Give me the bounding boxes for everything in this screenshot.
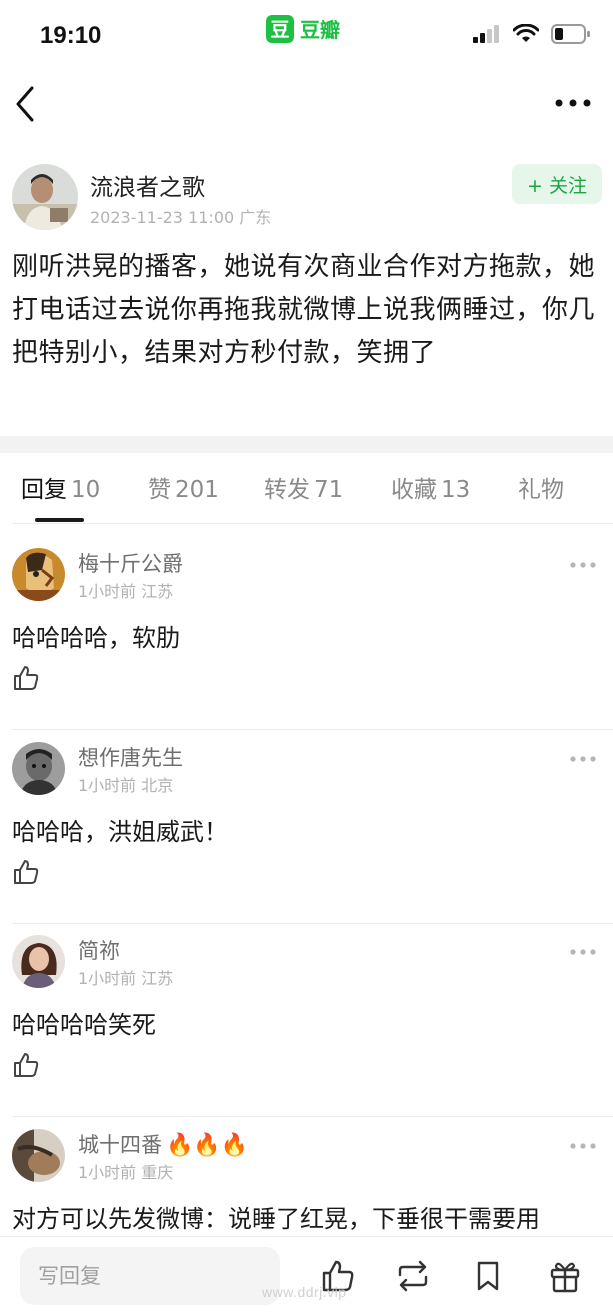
status-time: 19:10 <box>40 22 102 49</box>
comment-more-button[interactable] <box>569 752 597 766</box>
reaction-tabs: 回复 10 赞 201 转发 71 收藏 13 礼物 <box>0 470 613 524</box>
tab-count: 201 <box>175 477 219 503</box>
more-horizontal-icon <box>570 1143 596 1149</box>
tab-label: 收藏 <box>391 477 437 503</box>
avatar-portrait-icon <box>12 935 65 988</box>
chevron-left-icon <box>16 86 34 122</box>
commenter-name-text: 城十四番 <box>78 1133 162 1157</box>
comment-like-button[interactable] <box>12 664 40 692</box>
comment-item: 简祢 1小时前 江苏 哈哈哈哈笑死 <box>0 927 613 1117</box>
tab-label: 转发 <box>264 477 310 503</box>
author-avatar[interactable] <box>12 164 78 230</box>
comment-more-button[interactable] <box>569 558 597 572</box>
tab-label: 赞 <box>148 477 171 503</box>
comment-item: 城十四番 🔥🔥🔥 1小时前 重庆 对方可以先发微博：说睡了红晃，下垂很干需要用 <box>0 1121 613 1236</box>
status-bar: 19:10 豆 豆瓣 <box>0 0 613 64</box>
comment-like-button[interactable] <box>12 858 40 886</box>
tab-replies[interactable]: 回复 10 <box>21 470 100 504</box>
comment-divider <box>12 923 613 924</box>
comment-text: 哈哈哈，洪姐威武！ <box>12 818 228 846</box>
tab-count: 10 <box>71 477 101 503</box>
wifi-icon <box>513 24 539 42</box>
commenter-name[interactable]: 梅十斤公爵 <box>78 548 183 578</box>
more-horizontal-icon <box>555 99 591 107</box>
avatar-photo-icon <box>12 164 78 230</box>
reply-input[interactable] <box>20 1247 280 1305</box>
section-divider <box>0 436 613 453</box>
tab-label: 回复 <box>21 477 67 503</box>
comment-text: 对方可以先发微博：说睡了红晃，下垂很干需要用 <box>12 1205 540 1233</box>
commenter-name[interactable]: 想作唐先生 <box>78 742 183 772</box>
douban-logo-icon: 豆 <box>266 14 294 43</box>
tab-count: 71 <box>314 477 344 503</box>
thumbs-up-icon <box>14 1053 39 1077</box>
fire-emoji-badge: 🔥🔥🔥 <box>166 1133 249 1158</box>
comment-more-button[interactable] <box>569 1139 597 1153</box>
comment-text: 哈哈哈哈笑死 <box>12 1011 156 1039</box>
status-icons <box>473 24 591 44</box>
tab-label: 礼物 <box>518 477 564 503</box>
post-meta: 2023-11-23 11:00 广东 <box>90 208 272 227</box>
thumbs-up-icon <box>14 860 39 884</box>
gift-icon <box>550 1262 580 1293</box>
commenter-avatar[interactable] <box>12 935 65 988</box>
battery-icon <box>551 24 590 44</box>
post-body: 刚听洪晃的播客，她说有次商业合作对方拖款，她打电话过去说你再拖我就微博上说我俩睡… <box>12 252 596 368</box>
more-options-button[interactable] <box>553 88 593 118</box>
more-horizontal-icon <box>570 949 596 955</box>
comment-meta: 1小时前 江苏 <box>78 582 174 601</box>
tab-likes[interactable]: 赞 201 <box>148 470 219 504</box>
commenter-avatar[interactable] <box>12 742 65 795</box>
gift-button[interactable] <box>546 1257 584 1295</box>
tab-reshares[interactable]: 转发 71 <box>264 470 343 504</box>
comment-meta: 1小时前 北京 <box>78 776 174 795</box>
post-header: 流浪者之歌 2023-11-23 11:00 广东 + 关注 <box>12 162 602 232</box>
comment-item: 梅十斤公爵 1小时前 江苏 哈哈哈哈，软肋 <box>0 540 613 730</box>
repost-icon <box>398 1260 428 1292</box>
commenter-name[interactable]: 城十四番 🔥🔥🔥 <box>78 1129 248 1159</box>
comment-meta: 1小时前 重庆 <box>78 1163 174 1182</box>
avatar-painting-icon <box>12 548 65 601</box>
commenter-avatar[interactable] <box>12 1129 65 1182</box>
bottom-action-bar <box>0 1236 613 1315</box>
active-tab-indicator <box>35 518 84 522</box>
tabs-divider <box>12 523 613 524</box>
avatar-guitar-photo-icon <box>12 1129 65 1182</box>
commenter-name[interactable]: 简祢 <box>78 935 120 965</box>
avatar-child-photo-icon <box>12 742 65 795</box>
nav-bar <box>0 70 613 140</box>
follow-button[interactable]: + 关注 <box>512 164 602 204</box>
app-name: 豆瓣 <box>300 18 340 42</box>
tab-collections[interactable]: 收藏 13 <box>391 470 470 504</box>
tab-count: 13 <box>441 477 471 503</box>
more-horizontal-icon <box>570 756 596 762</box>
bookmark-icon <box>477 1261 499 1291</box>
comment-item: 想作唐先生 1小时前 北京 哈哈哈，洪姐威武！ <box>0 734 613 924</box>
comment-divider <box>12 1116 613 1117</box>
app-brand: 豆 豆瓣 <box>266 14 340 43</box>
comment-meta: 1小时前 江苏 <box>78 969 174 988</box>
reshare-button[interactable] <box>394 1257 432 1295</box>
comment-divider <box>12 729 613 730</box>
comment-text: 哈哈哈哈，软肋 <box>12 624 180 652</box>
more-horizontal-icon <box>570 562 596 568</box>
commenter-avatar[interactable] <box>12 548 65 601</box>
thumbs-up-icon <box>14 666 39 690</box>
collect-button[interactable] <box>469 1257 507 1295</box>
cellular-signal-icon <box>473 25 499 43</box>
tab-gifts[interactable]: 礼物 <box>518 470 564 504</box>
comment-more-button[interactable] <box>569 945 597 959</box>
watermark: www.ddrj.vip <box>262 1284 347 1300</box>
post-author-name[interactable]: 流浪者之歌 <box>90 168 205 202</box>
back-button[interactable] <box>10 84 40 124</box>
comment-like-button[interactable] <box>12 1051 40 1079</box>
